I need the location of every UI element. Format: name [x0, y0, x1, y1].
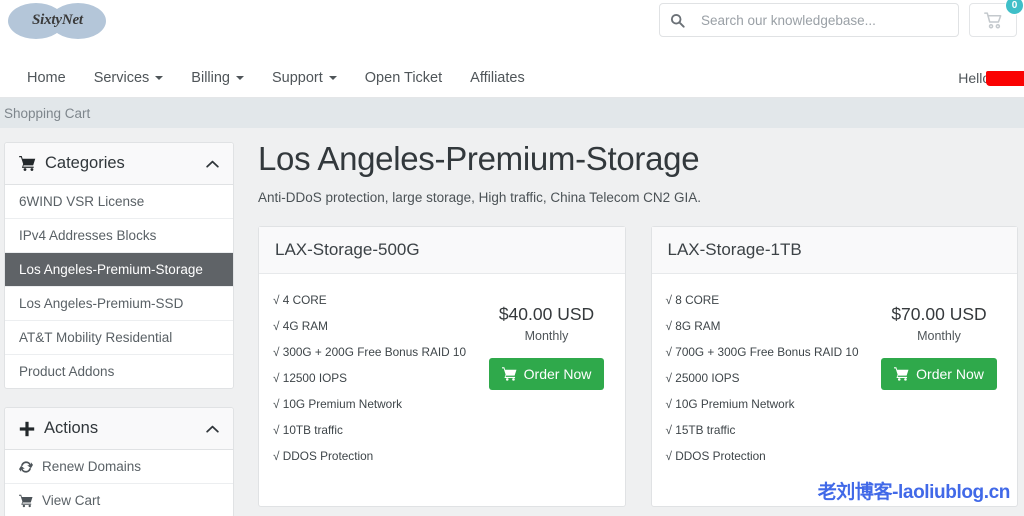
plus-icon — [19, 421, 35, 437]
order-now-label: Order Now — [916, 366, 984, 382]
product-price: $40.00 USD — [481, 304, 613, 325]
sidebar-item-att-mobility-residential[interactable]: AT&T Mobility Residential — [5, 321, 233, 355]
product-billing-cycle: Monthly — [873, 329, 1005, 343]
page-content: Categories 6WIND VSR License IPv4 Addres… — [0, 128, 1024, 516]
categories-panel-title: Categories — [45, 154, 206, 173]
feature-item: √ 15TB traffic — [664, 417, 874, 443]
product-price: $70.00 USD — [873, 304, 1005, 325]
sidebar-item-label: Los Angeles-Premium-Storage — [19, 262, 203, 277]
chevron-down-icon — [155, 76, 163, 80]
sidebar-action-label: Renew Domains — [42, 459, 141, 474]
feature-item: √ 25000 IOPS — [664, 365, 874, 391]
product-card-body: √ 8 CORE √ 8G RAM √ 700G + 300G Free Bon… — [652, 274, 1018, 506]
nav-item-home[interactable]: Home — [13, 58, 80, 97]
nav-item-services[interactable]: Services — [80, 58, 178, 97]
chevron-up-icon[interactable] — [206, 160, 219, 168]
product-features: √ 8 CORE √ 8G RAM √ 700G + 300G Free Bon… — [664, 287, 874, 486]
product-billing-cycle: Monthly — [481, 329, 613, 343]
product-card: LAX-Storage-500G √ 4 CORE √ 4G RAM √ 300… — [258, 226, 626, 507]
nav-label: Services — [94, 70, 150, 86]
breadcrumb-label[interactable]: Shopping Cart — [4, 106, 90, 121]
feature-item: √ 12500 IOPS — [271, 365, 481, 391]
categories-panel: Categories 6WIND VSR License IPv4 Addres… — [4, 142, 234, 389]
cart-icon — [19, 494, 33, 508]
sidebar-item-los-angeles-premium-storage[interactable]: Los Angeles-Premium-Storage — [5, 253, 233, 287]
user-greeting-block: Hello, — [958, 70, 1010, 86]
feature-item: √ 700G + 300G Free Bonus RAID 10 — [664, 339, 874, 365]
site-logo[interactable]: SixtyNet — [8, 1, 108, 41]
sidebar-item-product-addons[interactable]: Product Addons — [5, 355, 233, 388]
sidebar-action-view-cart[interactable]: View Cart — [5, 484, 233, 516]
product-pricing: $70.00 USD Monthly Order Now — [873, 287, 1005, 486]
sidebar-item-ipv4-addresses-blocks[interactable]: IPv4 Addresses Blocks — [5, 219, 233, 253]
chevron-down-icon — [236, 76, 244, 80]
actions-panel-title: Actions — [44, 419, 206, 438]
product-card-list: LAX-Storage-500G √ 4 CORE √ 4G RAM √ 300… — [258, 226, 1018, 507]
cart-icon — [19, 156, 36, 171]
cart-button[interactable]: 0 — [969, 3, 1017, 37]
feature-item: √ 8 CORE — [664, 287, 874, 313]
sidebar-item-label: IPv4 Addresses Blocks — [19, 228, 156, 243]
nav-label: Open Ticket — [365, 70, 442, 86]
cart-icon — [894, 367, 909, 381]
redacted-username — [986, 71, 1024, 86]
cart-icon — [502, 367, 517, 381]
product-pricing: $40.00 USD Monthly Order Now — [481, 287, 613, 486]
feature-item: √ 4G RAM — [271, 313, 481, 339]
categories-panel-header[interactable]: Categories — [5, 143, 233, 185]
site-header: SixtyNet 0 — [0, 0, 1024, 58]
main-content: Los Angeles-Premium-Storage Anti-DDoS pr… — [258, 142, 1024, 516]
feature-item: √ 300G + 200G Free Bonus RAID 10 — [271, 339, 481, 365]
page-subtitle: Anti-DDoS protection, large storage, Hig… — [258, 190, 1018, 205]
nav-label: Billing — [191, 70, 230, 86]
nav-label: Support — [272, 70, 323, 86]
sidebar-item-los-angeles-premium-ssd[interactable]: Los Angeles-Premium-SSD — [5, 287, 233, 321]
sidebar: Categories 6WIND VSR License IPv4 Addres… — [0, 142, 234, 516]
chevron-down-icon — [329, 76, 337, 80]
nav-item-support[interactable]: Support — [258, 58, 351, 97]
breadcrumb: Shopping Cart — [0, 98, 1024, 128]
sidebar-item-label: Los Angeles-Premium-SSD — [19, 296, 183, 311]
feature-item: √ 4 CORE — [271, 287, 481, 313]
nav-item-open-ticket[interactable]: Open Ticket — [351, 58, 456, 97]
nav-label: Home — [27, 70, 66, 86]
nav-item-affiliates[interactable]: Affiliates — [456, 58, 539, 97]
feature-item: √ DDOS Protection — [271, 443, 481, 469]
product-name: LAX-Storage-1TB — [652, 227, 1018, 274]
chevron-up-icon[interactable] — [206, 425, 219, 433]
search-input[interactable] — [701, 13, 948, 28]
search-icon — [670, 13, 685, 28]
logo-text: SixtyNet — [32, 12, 83, 29]
product-features: √ 4 CORE √ 4G RAM √ 300G + 200G Free Bon… — [271, 287, 481, 486]
sidebar-item-label: Product Addons — [19, 364, 114, 379]
cart-icon — [984, 12, 1003, 29]
sidebar-item-6wind-vsr-license[interactable]: 6WIND VSR License — [5, 185, 233, 219]
order-now-button[interactable]: Order Now — [881, 358, 997, 390]
page-root: SixtyNet 0 Home Services Billing — [0, 0, 1024, 516]
order-now-button[interactable]: Order Now — [489, 358, 605, 390]
search-box[interactable] — [659, 3, 959, 37]
page-title: Los Angeles-Premium-Storage — [258, 142, 1018, 177]
actions-panel-header[interactable]: Actions — [5, 408, 233, 450]
product-card-body: √ 4 CORE √ 4G RAM √ 300G + 200G Free Bon… — [259, 274, 625, 506]
actions-panel: Actions Renew Domains — [4, 407, 234, 516]
sidebar-action-renew-domains[interactable]: Renew Domains — [5, 450, 233, 484]
feature-item: √ 10G Premium Network — [664, 391, 874, 417]
user-menu[interactable]: Hello, — [958, 70, 1010, 86]
feature-item: √ 8G RAM — [664, 313, 874, 339]
feature-item: √ 10TB traffic — [271, 417, 481, 443]
order-now-label: Order Now — [524, 366, 592, 382]
sidebar-item-label: 6WIND VSR License — [19, 194, 144, 209]
sidebar-action-label: View Cart — [42, 493, 100, 508]
nav-item-billing[interactable]: Billing — [177, 58, 258, 97]
product-card: LAX-Storage-1TB √ 8 CORE √ 8G RAM √ 700G… — [651, 226, 1019, 507]
feature-item: √ DDOS Protection — [664, 443, 874, 469]
feature-item: √ 10G Premium Network — [271, 391, 481, 417]
main-navigation: Home Services Billing Support Open Ticke… — [0, 58, 1024, 98]
nav-label: Affiliates — [470, 70, 525, 86]
sidebar-item-label: AT&T Mobility Residential — [19, 330, 172, 345]
refresh-icon — [19, 460, 33, 474]
cart-count-badge: 0 — [1005, 0, 1024, 15]
product-name: LAX-Storage-500G — [259, 227, 625, 274]
